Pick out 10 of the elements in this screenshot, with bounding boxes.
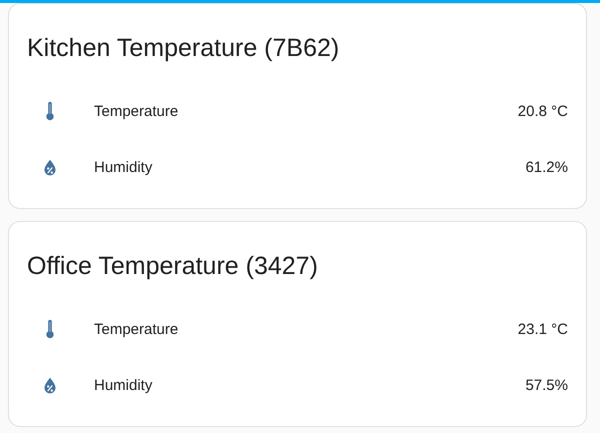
sensor-label[interactable]: Temperature (94, 100, 518, 124)
sensor-value: 23.1 °C (518, 320, 568, 340)
card-title: Office Temperature (3427) (26, 251, 319, 282)
sensor-label[interactable]: Humidity (94, 374, 526, 398)
sensor-label[interactable]: Temperature (94, 318, 518, 342)
sensor-value: 20.8 °C (518, 102, 568, 122)
card-title: Kitchen Temperature (7B62) (26, 33, 340, 64)
sensor-label[interactable]: Humidity (94, 156, 526, 180)
sensor-value: 57.5% (525, 376, 568, 396)
sensor-value: 61.2% (525, 158, 568, 178)
